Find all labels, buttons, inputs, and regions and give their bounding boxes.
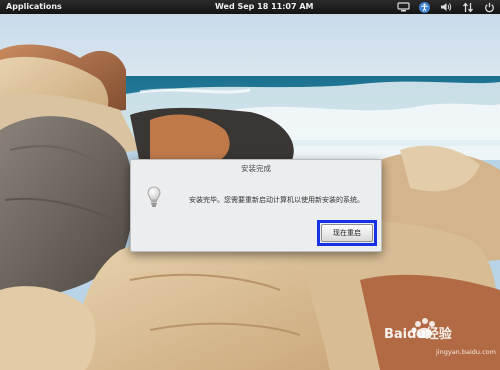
power-icon[interactable] xyxy=(483,1,496,13)
top-panel: Applications Wed Sep 18 11:07 AM xyxy=(0,0,500,14)
monitor-icon[interactable] xyxy=(397,1,410,13)
accessibility-icon[interactable] xyxy=(419,1,430,13)
dialog-message: 安装完毕。您需要重新启动计算机以使用新安装的系统。 xyxy=(189,196,364,204)
watermark-text: Baidu经验 xyxy=(384,326,453,342)
watermark-url: jingyan.baidu.com xyxy=(435,348,496,356)
network-arrows-icon[interactable] xyxy=(461,1,474,13)
lightbulb-icon xyxy=(147,186,161,208)
baidu-jingyan-watermark: Baidu经验 jingyan.baidu.com xyxy=(384,316,496,360)
install-complete-dialog: 安装完成 安装完毕。您需要重新启动计算机以使用新安装的系统。 现在重启 xyxy=(130,159,382,252)
panel-clock[interactable]: Wed Sep 18 11:07 AM xyxy=(215,0,314,14)
restart-now-button[interactable]: 现在重启 xyxy=(321,224,373,242)
system-tray xyxy=(397,0,496,14)
volume-icon[interactable] xyxy=(439,1,452,13)
dialog-title: 安装完成 xyxy=(241,164,271,173)
applications-menu[interactable]: Applications xyxy=(6,0,62,14)
